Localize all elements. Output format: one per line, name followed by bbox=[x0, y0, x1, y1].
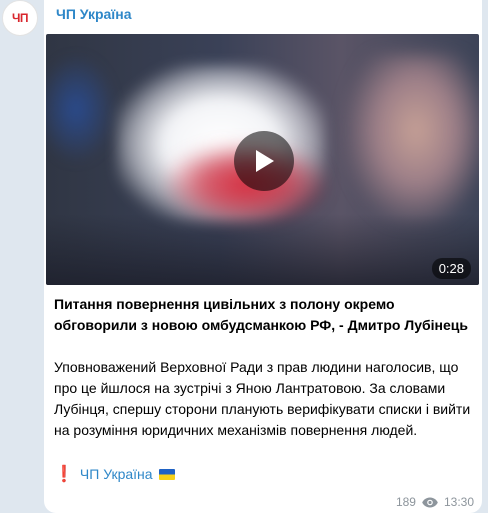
play-icon bbox=[256, 150, 274, 172]
message-bubble: ЧП Україна 0:28 Питання повернення цивіл… bbox=[44, 0, 482, 513]
message-meta: 189 13:30 bbox=[396, 495, 474, 509]
channel-avatar[interactable]: ЧП bbox=[2, 0, 38, 36]
post-body: Уповноважений Верховної Ради з прав люди… bbox=[54, 359, 471, 438]
video-duration: 0:28 bbox=[431, 258, 471, 279]
channel-name[interactable]: ЧП Україна bbox=[56, 6, 132, 22]
ukraine-flag-icon bbox=[158, 469, 175, 480]
post-signature: ❗ ЧП Україна bbox=[54, 464, 175, 485]
exclamation-icon: ❗ bbox=[54, 466, 74, 483]
video-thumbnail[interactable]: 0:28 bbox=[46, 34, 479, 285]
message-text: Питання повернення цивільних з полону ок… bbox=[54, 294, 474, 441]
eye-icon bbox=[422, 497, 438, 507]
thumbnail-blur-blue bbox=[46, 54, 116, 164]
thumbnail-blur-person bbox=[346, 54, 479, 224]
view-count: 189 bbox=[395, 495, 416, 509]
message-time: 13:30 bbox=[443, 495, 474, 509]
thumbnail-blur-bottom bbox=[46, 214, 479, 285]
post-headline: Питання повернення цивільних з полону ок… bbox=[54, 296, 468, 333]
signature-link[interactable]: ЧП Україна bbox=[80, 464, 153, 485]
play-button[interactable] bbox=[234, 131, 294, 191]
